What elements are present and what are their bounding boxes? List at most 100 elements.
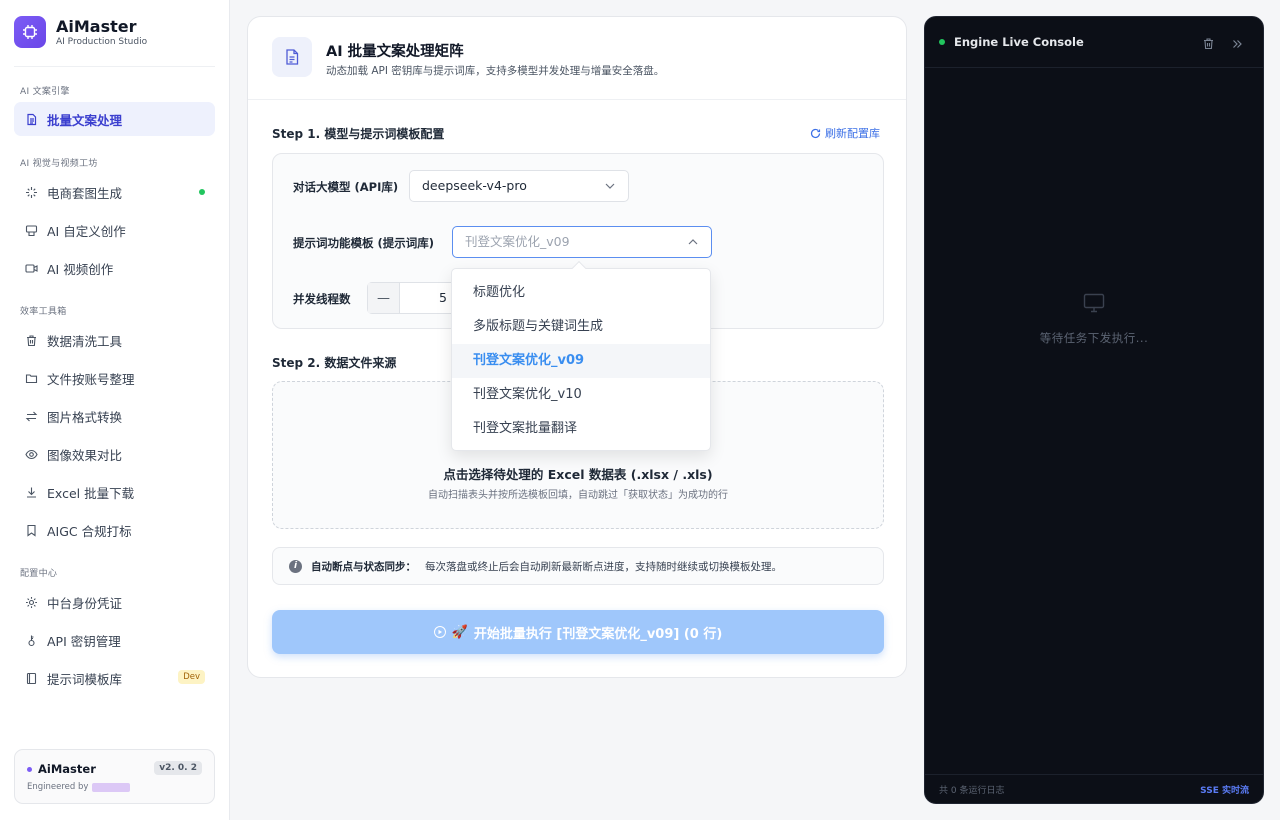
console-header: Engine Live Console (925, 17, 1263, 68)
brand-tagline: AI Production Studio (56, 36, 148, 47)
sidebar-item-label: 图片格式转换 (47, 409, 123, 425)
dropdown-option[interactable]: 刊登文案批量翻译 (452, 412, 710, 446)
sidebar-item-api-keys[interactable]: API 密钥管理 (14, 623, 215, 657)
refresh-config-button[interactable]: 刷新配置库 (810, 125, 880, 141)
footer-brand-name: AiMaster (38, 762, 96, 776)
sidebar-item-batch-copy[interactable]: 批量文案处理 (14, 102, 215, 136)
version-badge: v2. 0. 2 (154, 761, 202, 775)
brand-dot (27, 766, 32, 772)
video-icon (24, 261, 38, 275)
divider (14, 66, 215, 67)
version-card: AiMaster v2. 0. 2 Engineered by (14, 749, 215, 804)
dev-badge: Dev (178, 670, 205, 684)
refresh-icon (810, 128, 821, 138)
sync-notice: i 自动断点与状态同步： 每次落盘或终止后会自动刷新最新断点进度，支持随时继续或… (272, 547, 884, 585)
sidebar-item-label: 电商套图生成 (47, 185, 123, 201)
step1-title: Step 1. 模型与提示词模板配置 (272, 127, 445, 141)
online-status-dot (199, 189, 205, 195)
notice-title: 自动断点与状态同步： (311, 560, 416, 573)
notice-text: 每次落盘或终止后会自动刷新最新断点进度，支持随时继续或切换模板处理。 (425, 560, 782, 573)
clear-log-button[interactable] (1202, 35, 1215, 54)
document-icon (24, 112, 38, 126)
console-footer: 共 0 条运行日志 SSE 实时流 (925, 774, 1263, 803)
sidebar-item-custom-create[interactable]: AI 自定义创作 (14, 213, 215, 247)
chevron-up-icon (688, 239, 698, 245)
convert-icon (24, 409, 38, 423)
play-icon (433, 626, 446, 638)
sidebar-item-label: AIGC 合规打标 (47, 523, 132, 539)
upload-title: 点击选择待处理的 Excel 数据表 (.xlsx / .xls) (443, 467, 713, 482)
trash-icon (24, 333, 38, 347)
redacted-author (92, 782, 131, 792)
sidebar-item-prompt-library[interactable]: 提示词模板库 Dev (14, 661, 215, 695)
sidebar-item-image-convert[interactable]: 图片格式转换 (14, 399, 215, 433)
sidebar-item-image-compare[interactable]: 图像效果对比 (14, 437, 215, 471)
engine-console: Engine Live Console 等待任务下发执行... 共 0 条运行日… (924, 16, 1264, 804)
divider (248, 99, 906, 100)
prompt-select-value: 刊登文案优化_v09 (465, 234, 570, 249)
decrement-button[interactable]: — (368, 283, 400, 313)
folder-icon (24, 371, 38, 385)
model-select-value: deepseek-v4-pro (422, 178, 527, 193)
palette-icon (24, 223, 38, 237)
bookmark-icon (24, 523, 38, 537)
dropdown-option[interactable]: 标题优化 (452, 276, 710, 310)
live-status-dot (939, 39, 945, 45)
key-icon (24, 633, 38, 647)
sidebar-item-label: 提示词模板库 (47, 671, 123, 687)
brand[interactable]: AiMaster AI Production Studio (14, 16, 147, 48)
console-title: Engine Live Console (954, 35, 1084, 49)
sidebar-item-data-clean[interactable]: 数据清洗工具 (14, 323, 215, 357)
sparkle-icon (24, 185, 38, 199)
sidebar-item-label: 文件按账号整理 (47, 371, 135, 387)
section-title-config: 配置中心 (20, 569, 58, 579)
dropdown-option[interactable]: 多版标题与关键词生成 (452, 310, 710, 344)
sidebar: AiMaster AI Production Studio AI 文案引擎 批量… (0, 0, 230, 820)
model-select[interactable]: deepseek-v4-pro (409, 170, 629, 202)
section-title-copy-engine: AI 文案引擎 (20, 87, 70, 97)
sse-stream-label: SSE 实时流 (1200, 786, 1249, 796)
engineered-by-label: Engineered by (27, 782, 89, 792)
sidebar-item-identity[interactable]: 中台身份凭证 (14, 585, 215, 619)
sidebar-item-ecom-images[interactable]: 电商套图生成 (14, 175, 215, 209)
sidebar-item-label: 图像效果对比 (47, 447, 123, 463)
trash-icon (1204, 38, 1213, 50)
sidebar-item-label: 批量文案处理 (47, 112, 123, 128)
chevrons-right-icon (1233, 40, 1242, 48)
rocket-icon: 🚀 (451, 624, 468, 640)
info-icon: i (289, 559, 302, 573)
step2-title: Step 2. 数据文件来源 (272, 356, 397, 370)
page-subtitle: 动态加载 API 密钥库与提示词库，支持多模型并发处理与增量安全落盘。 (326, 65, 665, 77)
console-empty-text: 等待任务下发执行... (1039, 331, 1149, 345)
sidebar-item-video[interactable]: AI 视频创作 (14, 251, 215, 285)
sidebar-item-label: AI 自定义创作 (47, 223, 126, 239)
threads-label: 并发线程数 (293, 292, 351, 306)
log-count: 共 0 条运行日志 (939, 786, 1005, 796)
sidebar-item-label: AI 视频创作 (47, 261, 114, 277)
prompt-template-select[interactable]: 刊登文案优化_v09 (452, 226, 712, 258)
sidebar-item-file-organize[interactable]: 文件按账号整理 (14, 361, 215, 395)
start-batch-label: 开始批量执行 [刊登文案优化_v09] (0 行) (473, 626, 723, 642)
download-icon (24, 485, 38, 499)
sidebar-item-excel-download[interactable]: Excel 批量下载 (14, 475, 215, 509)
monitor-icon (1083, 293, 1105, 317)
section-title-tools: 效率工具箱 (20, 307, 67, 317)
sidebar-item-label: Excel 批量下载 (47, 485, 135, 501)
brand-name: AiMaster (56, 16, 137, 36)
sidebar-item-label: API 密钥管理 (47, 633, 121, 649)
sidebar-item-label: 数据清洗工具 (47, 333, 123, 349)
section-title-visual: AI 视觉与视频工坊 (20, 159, 98, 169)
chevron-down-icon (605, 183, 615, 189)
book-icon (24, 671, 38, 685)
eye-icon (24, 447, 38, 461)
gear-icon (24, 595, 38, 609)
start-batch-button[interactable]: 🚀 开始批量执行 [刊登文案优化_v09] (0 行) (272, 610, 884, 654)
sidebar-item-label: 中台身份凭证 (47, 595, 123, 611)
upload-subtitle: 自动扫描表头并按所选模板回填，自动跳过「获取状态」为成功的行 (428, 490, 728, 501)
model-label: 对话大模型 (API库) (293, 180, 399, 194)
dropdown-option[interactable]: 刊登文案优化_v10 (452, 378, 710, 412)
sidebar-item-aigc-label[interactable]: AIGC 合规打标 (14, 513, 215, 547)
dropdown-option-selected[interactable]: 刊登文案优化_v09 (452, 344, 710, 378)
prompt-template-label: 提示词功能模板 (提示词库) (293, 236, 435, 250)
collapse-console-button[interactable] (1231, 35, 1243, 54)
